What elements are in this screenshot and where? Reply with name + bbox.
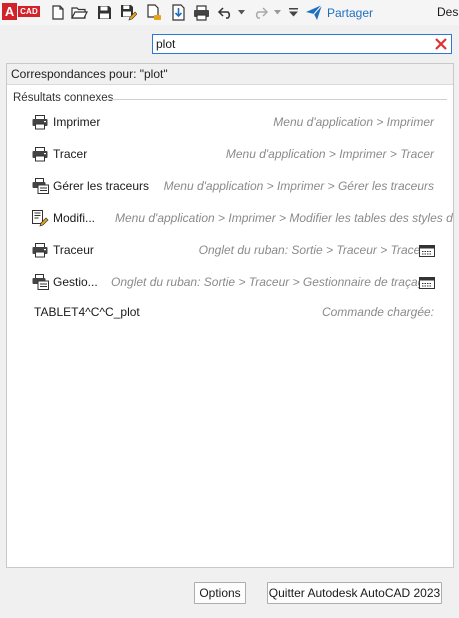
result-name: Tracer xyxy=(53,147,88,161)
printer-icon xyxy=(31,145,49,163)
save-as-icon[interactable] xyxy=(120,4,137,21)
result-path: Menu d'application > Imprimer > Tracer xyxy=(225,147,434,161)
plot-style-icon xyxy=(31,209,49,227)
result-item-tablet4-plot[interactable]: TABLET4^C^C_plot Commande chargée: xyxy=(7,300,453,324)
plotter-manager-icon xyxy=(31,177,49,195)
result-name: Gérer les traceurs xyxy=(53,179,150,193)
close-icon xyxy=(435,38,447,50)
search-input[interactable] xyxy=(153,35,423,53)
result-name: TABLET4^C^C_plot xyxy=(34,305,140,319)
matches-header: Correspondances pour: "plot" xyxy=(7,64,453,85)
new-icon[interactable] xyxy=(49,4,66,21)
search-box xyxy=(152,34,452,54)
printer-icon xyxy=(31,113,49,131)
result-path: Menu d'application > Imprimer > Gérer le… xyxy=(163,179,434,193)
save-to-web-icon[interactable] xyxy=(170,4,187,21)
result-path: Onglet du ruban: Sortie > Traceur > Trac… xyxy=(198,243,431,257)
result-name: Gestio... xyxy=(53,275,98,289)
related-results-title: Résultats connexes xyxy=(13,92,114,104)
save-icon[interactable] xyxy=(96,4,113,21)
document-title: Dess xyxy=(437,5,459,19)
open-icon[interactable] xyxy=(71,4,88,21)
printer-icon xyxy=(31,241,49,259)
result-name: Imprimer xyxy=(53,115,101,129)
clear-search-button[interactable] xyxy=(434,37,448,51)
result-item-imprimer[interactable]: Imprimer Menu d'application > Imprimer xyxy=(7,110,453,134)
result-item-tracer[interactable]: Tracer Menu d'application > Imprimer > T… xyxy=(7,142,453,166)
redo-dropdown-icon[interactable] xyxy=(272,4,282,21)
quick-access-toolbar: A CAD Partager Dess xyxy=(0,0,459,25)
plot-icon[interactable] xyxy=(193,4,210,21)
ribbon-locate-icon[interactable] xyxy=(419,244,435,257)
share-button[interactable]: Partager xyxy=(306,4,373,21)
options-button[interactable]: Options xyxy=(194,582,246,604)
result-path: Commande chargée: xyxy=(321,305,434,319)
redo-icon[interactable] xyxy=(252,4,269,21)
result-name: Modifi... xyxy=(53,211,96,225)
customize-dropdown-icon[interactable] xyxy=(287,4,299,21)
result-path: Menu d'application > Imprimer > Modifier… xyxy=(115,211,453,225)
autocad-logo-letter: A xyxy=(2,3,18,20)
open-from-web-icon[interactable] xyxy=(145,4,162,21)
result-item-traceur[interactable]: Traceur Onglet du ruban: Sortie > Traceu… xyxy=(7,238,453,262)
undo-icon[interactable] xyxy=(217,4,234,21)
result-name: Traceur xyxy=(53,243,94,257)
search-results-panel: Correspondances pour: "plot" Résultats c… xyxy=(6,63,454,568)
result-item-gestionnaire-tracage[interactable]: Gestio... Onglet du ruban: Sortie > Trac… xyxy=(7,270,453,294)
ribbon-locate-icon[interactable] xyxy=(419,276,435,289)
application-menu-button[interactable]: A CAD xyxy=(2,3,40,20)
section-divider xyxy=(107,99,447,100)
share-icon xyxy=(306,5,322,20)
result-path: Onglet du ruban: Sortie > Traceur > Gest… xyxy=(111,275,431,289)
share-label: Partager xyxy=(327,5,374,20)
quit-autocad-button[interactable]: Quitter Autodesk AutoCAD 2023 xyxy=(267,582,442,604)
autocad-logo-text: CAD xyxy=(18,6,40,17)
result-item-modifier-styles[interactable]: Modifi... Menu d'application > Imprimer … xyxy=(7,206,453,230)
plotter-manager-icon xyxy=(31,273,49,291)
result-path: Menu d'application > Imprimer xyxy=(273,115,434,129)
result-item-gerer-les-traceurs[interactable]: Gérer les traceurs Menu d'application > … xyxy=(7,174,453,198)
undo-dropdown-icon[interactable] xyxy=(236,4,246,21)
